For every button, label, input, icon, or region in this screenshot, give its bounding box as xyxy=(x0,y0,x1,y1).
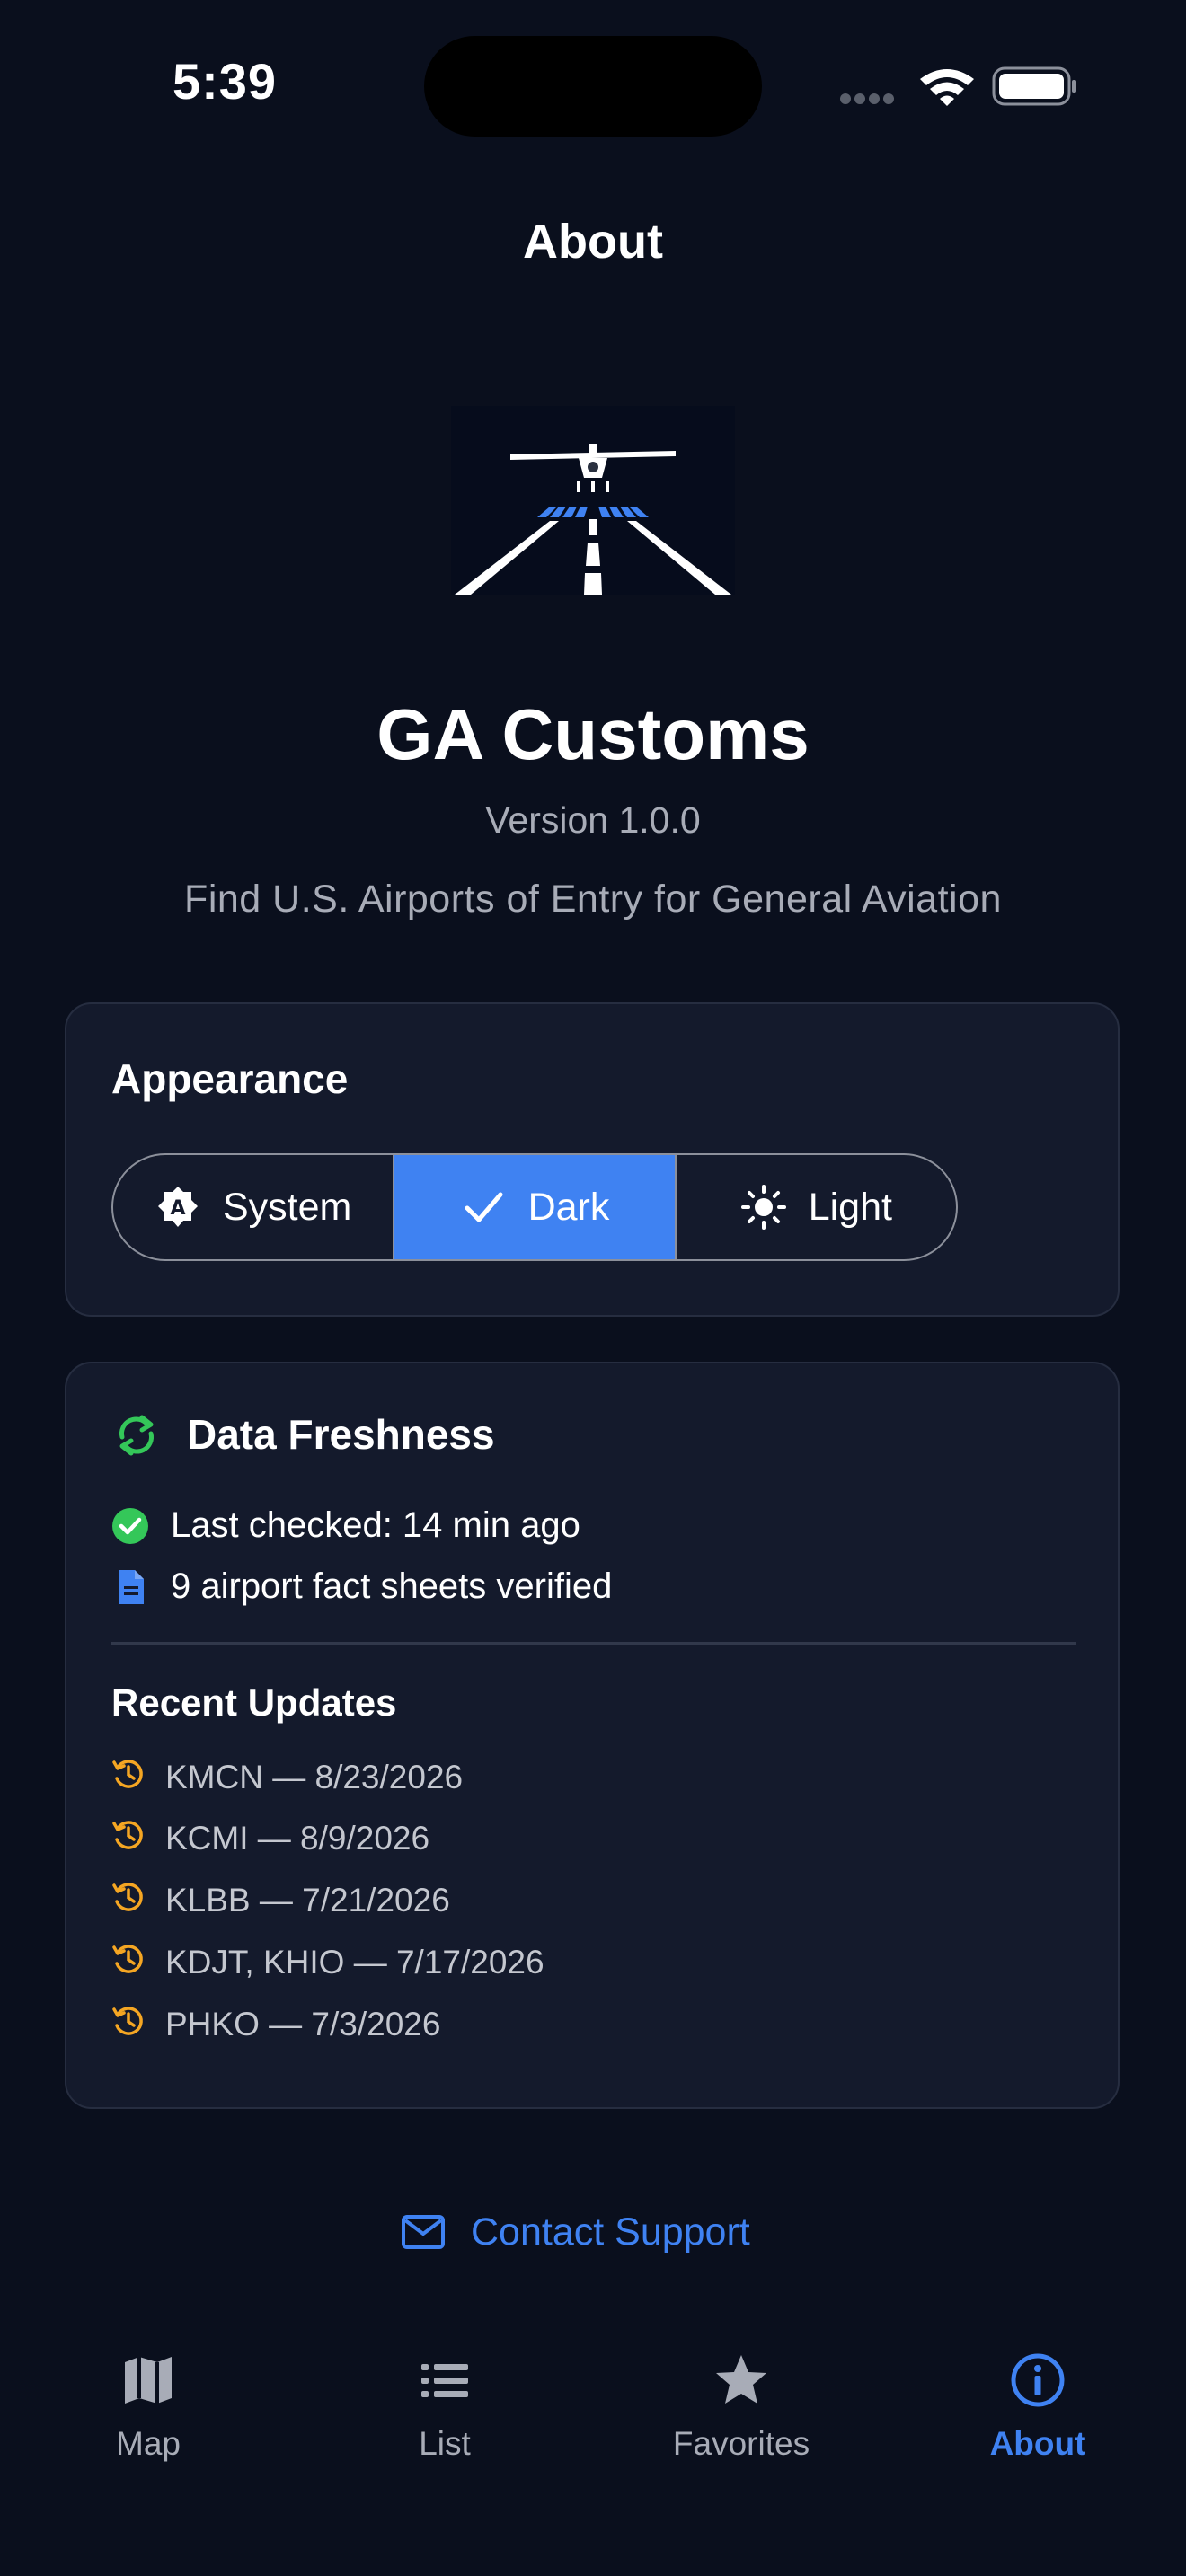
appearance-option-label: Dark xyxy=(527,1185,610,1229)
clock-history-icon xyxy=(111,1757,146,1791)
data-freshness-card xyxy=(65,1362,1120,2109)
tab-list[interactable]: List xyxy=(337,2351,553,2463)
appearance-option-system[interactable]: A System xyxy=(113,1155,393,1259)
tab-favorites[interactable]: Favorites xyxy=(633,2351,849,2463)
appearance-option-dark[interactable]: Dark xyxy=(393,1155,675,1259)
contact-support-button[interactable]: Contact Support xyxy=(401,2201,814,2263)
clock-history-icon xyxy=(111,1818,146,1852)
divider xyxy=(111,1642,1076,1645)
dynamic-island xyxy=(424,36,762,137)
tab-label: Favorites xyxy=(672,2425,810,2462)
clock-history-icon xyxy=(111,2004,146,2038)
envelope-icon xyxy=(402,2215,445,2249)
clock-history-icon xyxy=(111,1880,146,1914)
last-checked-text: Last checked: 14 min ago xyxy=(171,1505,580,1545)
auto-badge-icon: A xyxy=(155,1184,201,1231)
tab-label: Map xyxy=(116,2425,181,2462)
appearance-option-label: Light xyxy=(808,1185,892,1229)
tab-label: About xyxy=(989,2425,1086,2462)
recent-updates-title: Recent Updates xyxy=(111,1681,397,1724)
update-item: PHKO — 7/3/2026 xyxy=(165,2006,441,2042)
update-item: KMCN — 8/23/2026 xyxy=(165,1759,464,1795)
appearance-segmented-control: A System Dark Light xyxy=(111,1153,958,1261)
app-version: Version 1.0.0 xyxy=(485,799,701,841)
info-icon xyxy=(1011,2353,1065,2407)
appearance-option-light[interactable]: Light xyxy=(674,1155,956,1259)
tab-map[interactable]: Map xyxy=(40,2351,256,2463)
list-icon xyxy=(421,2364,468,2397)
verified-count-text: 9 airport fact sheets verified xyxy=(171,1566,613,1606)
tab-about[interactable]: About xyxy=(930,2351,1146,2463)
status-time: 5:39 xyxy=(172,53,278,110)
update-item: KDJT, KHIO — 7/17/2026 xyxy=(165,1944,544,1981)
svg-text:A: A xyxy=(170,1197,185,1220)
wifi-icon xyxy=(918,65,976,108)
sun-icon xyxy=(740,1184,787,1231)
appearance-title: Appearance xyxy=(111,1055,349,1102)
check-circle-icon xyxy=(111,1507,149,1545)
refresh-icon xyxy=(111,1410,162,1460)
document-icon xyxy=(111,1568,149,1606)
star-icon xyxy=(716,2355,766,2404)
tab-label: List xyxy=(419,2425,471,2462)
page-title: About xyxy=(523,215,663,269)
update-item: KCMI — 8/9/2026 xyxy=(165,1820,430,1857)
data-freshness-title: Data Freshness xyxy=(187,1411,495,1458)
battery-icon xyxy=(992,65,1078,108)
app-logo xyxy=(451,406,735,595)
cellular-signal-icon xyxy=(840,93,901,106)
clock-history-icon xyxy=(111,1942,146,1976)
appearance-option-label: System xyxy=(222,1185,352,1229)
contact-support-label: Contact Support xyxy=(471,2210,750,2254)
checkmark-icon xyxy=(460,1184,507,1231)
map-icon xyxy=(125,2357,172,2404)
update-item: KLBB — 7/21/2026 xyxy=(165,1882,450,1919)
app-name: GA Customs xyxy=(376,694,810,774)
app-tagline: Find U.S. Airports of Entry for General … xyxy=(184,878,1002,921)
